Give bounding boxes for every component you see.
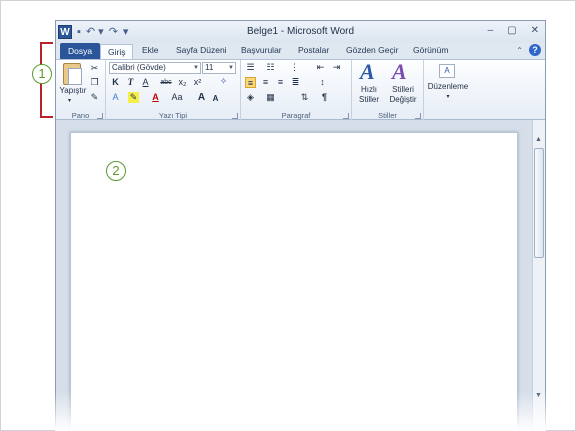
- document-page[interactable]: [70, 132, 518, 430]
- group-label-paragraph: Paragraf: [281, 111, 311, 120]
- bottom-fade: [55, 391, 546, 431]
- paragraph-launcher-icon[interactable]: [343, 113, 349, 119]
- scroll-up-icon[interactable]: ▲: [535, 136, 542, 143]
- change-styles-button[interactable]: Stilleri Değiştir: [384, 85, 422, 105]
- copy-icon[interactable]: ❐: [89, 77, 100, 88]
- window-controls: – ▢ ✕: [488, 25, 539, 36]
- title-bar: W ▪ ↶ ▾ ↷ ▾ Belge1 - Microsoft Word – ▢ …: [56, 21, 545, 43]
- decrease-indent-icon[interactable]: ⇤: [315, 62, 326, 73]
- text-effects-icon[interactable]: A: [110, 92, 121, 103]
- close-button[interactable]: ✕: [531, 25, 539, 36]
- paste-icon[interactable]: [63, 63, 82, 85]
- tab-insert[interactable]: Ekle: [142, 45, 159, 55]
- grow-font-button[interactable]: A: [196, 92, 207, 103]
- italic-button[interactable]: T: [125, 77, 136, 88]
- increase-indent-icon[interactable]: ⇥: [331, 62, 342, 73]
- group-label-font: Yazı Tipi: [158, 111, 188, 120]
- window-title: Belge1 - Microsoft Word: [246, 26, 355, 37]
- callout-one: 1: [32, 64, 52, 84]
- font-size-value: 11: [205, 63, 214, 72]
- strikethrough-button[interactable]: abc: [158, 77, 174, 88]
- clipboard-launcher-icon[interactable]: [97, 113, 103, 119]
- highlight-icon[interactable]: ✎: [128, 92, 139, 103]
- group-editing: A Düzenleme ▾: [424, 60, 472, 121]
- shrink-font-button[interactable]: A: [210, 93, 221, 104]
- document-area: [56, 120, 534, 430]
- bullets-icon[interactable]: ☰: [245, 62, 256, 73]
- scroll-thumb[interactable]: [534, 148, 544, 258]
- group-label-styles: Stiller: [378, 111, 397, 120]
- align-center-icon[interactable]: ≡: [260, 77, 271, 88]
- sort-icon[interactable]: ⇅: [299, 92, 310, 103]
- borders-icon[interactable]: ▦: [265, 92, 276, 103]
- group-font: Calibri (Gövde) ▼ 11 ▼ K T A abc x₂ x² ✧ A…: [106, 60, 241, 121]
- tab-home[interactable]: Giriş: [100, 44, 134, 60]
- align-right-icon[interactable]: ≡: [275, 77, 286, 88]
- maximize-button[interactable]: ▢: [507, 25, 516, 36]
- group-styles: A A Hızlı Stiller Stilleri Değiştir Stil…: [352, 59, 424, 121]
- collapse-ribbon-icon[interactable]: ⌃: [516, 46, 523, 55]
- tab-review[interactable]: Gözden Geçir: [346, 45, 398, 55]
- shading-icon[interactable]: ◈: [245, 92, 256, 103]
- font-name-combo[interactable]: Calibri (Gövde) ▼: [109, 62, 201, 74]
- font-launcher-icon[interactable]: [232, 113, 238, 119]
- group-clipboard: Yapıştır ▾ ✂ ❐ ✎ Pano: [56, 60, 106, 121]
- minimize-button[interactable]: –: [488, 25, 494, 36]
- justify-icon[interactable]: ≣: [290, 77, 301, 88]
- help-icon[interactable]: ?: [529, 44, 541, 56]
- word-window: W ▪ ↶ ▾ ↷ ▾ Belge1 - Microsoft Word – ▢ …: [55, 20, 546, 431]
- tab-file[interactable]: Dosya: [60, 43, 100, 59]
- callout-two: 2: [106, 161, 126, 181]
- chevron-down-icon: ▼: [228, 65, 234, 71]
- bold-button[interactable]: K: [110, 77, 121, 88]
- clear-format-icon[interactable]: ✧: [218, 76, 229, 87]
- tab-right-controls: ⌃ ?: [516, 44, 541, 56]
- subscript-button[interactable]: x₂: [177, 77, 188, 88]
- font-name-value: Calibri (Gövde): [112, 63, 166, 72]
- align-left-icon[interactable]: ≡: [245, 77, 256, 88]
- superscript-button[interactable]: x²: [192, 77, 203, 88]
- change-case-button[interactable]: Aa: [168, 92, 186, 103]
- font-color-button[interactable]: A: [150, 92, 161, 103]
- paste-button[interactable]: Yapıştır: [58, 86, 88, 96]
- tab-mailings[interactable]: Postalar: [298, 45, 329, 55]
- ribbon-tabs: Dosya Giriş Ekle Sayfa Düzeni Başvurular…: [56, 43, 545, 60]
- tab-page-layout[interactable]: Sayfa Düzeni: [176, 45, 227, 55]
- find-icon[interactable]: A: [439, 64, 455, 78]
- editing-button[interactable]: Düzenleme: [424, 82, 472, 92]
- underline-button[interactable]: A: [140, 77, 151, 88]
- quick-styles-button[interactable]: Hızlı Stiller: [354, 85, 384, 105]
- styles-launcher-icon[interactable]: [415, 113, 421, 119]
- line-spacing-icon[interactable]: ↕: [317, 77, 328, 88]
- editing-dropdown-icon[interactable]: ▾: [424, 92, 472, 102]
- paste-dropdown-icon[interactable]: ▾: [68, 96, 71, 106]
- vertical-scrollbar[interactable]: ▲ ▼: [532, 120, 545, 430]
- tab-view[interactable]: Görünüm: [413, 45, 448, 55]
- ribbon: Yapıştır ▾ ✂ ❐ ✎ Pano Calibri (Gövde) ▼ 1…: [56, 59, 545, 121]
- cut-icon[interactable]: ✂: [89, 63, 100, 74]
- format-painter-icon[interactable]: ✎: [89, 92, 100, 103]
- numbering-icon[interactable]: ☷: [265, 62, 276, 73]
- tab-references[interactable]: Başvurular: [241, 45, 282, 55]
- change-styles-icon[interactable]: A: [392, 59, 407, 85]
- multilevel-list-icon[interactable]: ⋮: [289, 62, 300, 73]
- font-size-combo[interactable]: 11 ▼: [202, 62, 236, 74]
- group-paragraph: ☰ ☷ ⋮ ⇤ ⇥ ≡ ≡ ≡ ≣ ↕ ◈ ▦ ⇅ ¶ Paragraf: [241, 60, 352, 121]
- show-marks-button[interactable]: ¶: [319, 92, 330, 103]
- quick-styles-icon[interactable]: A: [360, 59, 375, 85]
- chevron-down-icon: ▼: [193, 65, 199, 71]
